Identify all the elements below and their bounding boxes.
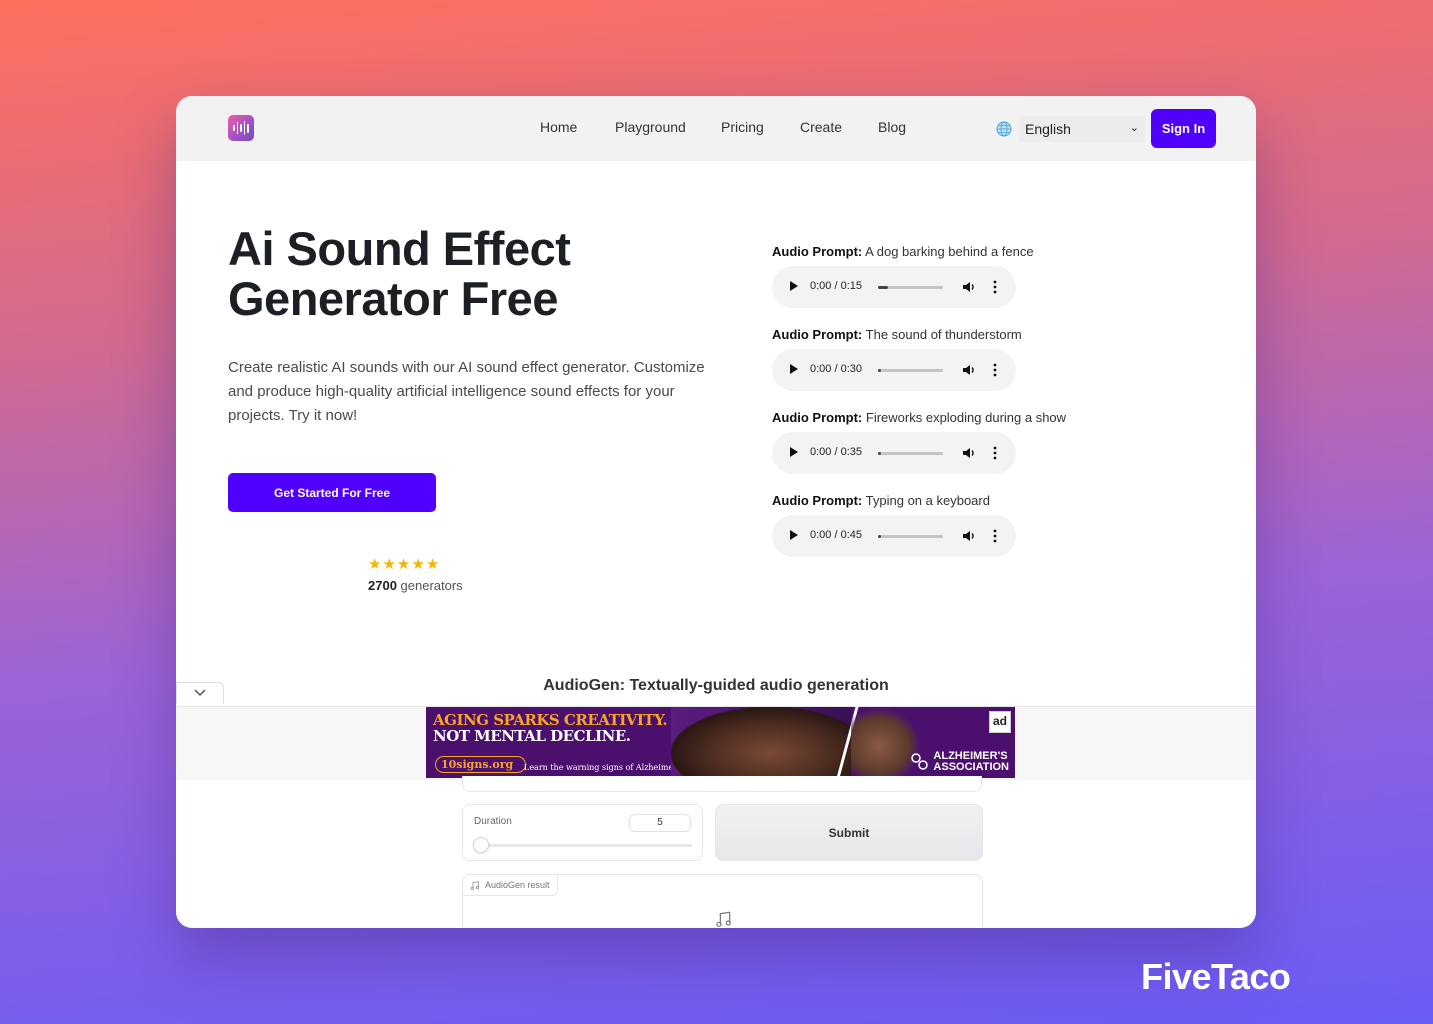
nav-playground[interactable]: Playground	[615, 119, 686, 135]
more-options-icon[interactable]	[993, 446, 997, 460]
more-options-icon[interactable]	[993, 363, 997, 377]
more-options-icon[interactable]	[993, 280, 997, 294]
audio-time: 0:00 / 0:45	[810, 529, 862, 541]
sign-in-button[interactable]: Sign In	[1151, 109, 1216, 148]
nav-blog[interactable]: Blog	[878, 119, 906, 135]
chevron-down-icon	[194, 689, 206, 697]
audio-prompt-label: Audio Prompt: Typing on a keyboard	[772, 493, 990, 508]
duration-label: Duration	[474, 816, 512, 827]
alzheimers-logo-icon	[911, 753, 928, 770]
star-icon: ★	[396, 556, 411, 573]
music-note-icon	[470, 881, 479, 890]
hero-description: Create realistic AI sounds with our AI s…	[228, 359, 705, 424]
audio-time: 0:00 / 0:35	[810, 446, 862, 458]
duration-slider[interactable]	[475, 844, 692, 847]
audio-prompt-text: Typing on a keyboard	[865, 493, 990, 508]
audio-seek-bar[interactable]	[878, 286, 943, 289]
browser-window: Home Playground Pricing Create Blog Engl…	[176, 96, 1256, 928]
duration-number-input[interactable]: 5	[629, 814, 691, 832]
site-header: Home Playground Pricing Create Blog Engl…	[176, 96, 1256, 161]
fivetaco-watermark: FiveTaco	[1141, 956, 1291, 997]
audio-progress-fill	[878, 286, 888, 289]
audio-player[interactable]: 0:00 / 0:35	[772, 432, 1016, 474]
play-icon[interactable]	[790, 364, 798, 374]
audio-prompt-text: Fireworks exploding during a show	[865, 410, 1067, 425]
nav-pricing[interactable]: Pricing	[721, 119, 764, 135]
star-icon: ★	[368, 556, 382, 573]
get-started-button[interactable]: Get Started For Free	[228, 473, 436, 512]
audiogen-result: AudioGen result	[462, 874, 983, 928]
globe-icon	[996, 121, 1012, 137]
collapse-toggle[interactable]	[176, 682, 224, 704]
play-icon[interactable]	[790, 281, 798, 291]
audio-progress-fill	[878, 452, 881, 455]
audio-time: 0:00 / 0:30	[810, 363, 862, 375]
logo-waveform-icon[interactable]	[228, 115, 254, 141]
ad-warning-text: Learn the warning signs of Alzheimer's.	[524, 763, 686, 772]
audio-progress-fill	[878, 535, 881, 538]
chevron-down-icon: ⌄	[1129, 122, 1139, 134]
audio-player[interactable]: 0:00 / 0:30	[772, 349, 1016, 391]
star-icon: ★	[425, 556, 440, 573]
play-icon[interactable]	[790, 530, 798, 540]
duration-control: Duration 5	[462, 804, 703, 861]
more-options-icon[interactable]	[993, 529, 997, 543]
language-select[interactable]: English ⌄	[1019, 116, 1145, 142]
audio-seek-bar[interactable]	[878, 452, 943, 455]
language-value: English	[1025, 121, 1071, 137]
play-icon[interactable]	[790, 447, 798, 457]
ad-site-link[interactable]: 10signs.org	[435, 756, 527, 773]
audio-prompt-prefix: Audio Prompt:	[772, 410, 863, 425]
ad-headline-2: NOT MENTAL DECLINE.	[433, 727, 631, 745]
audio-progress-fill	[878, 369, 881, 372]
volume-icon[interactable]	[962, 446, 976, 460]
submit-button[interactable]: Submit	[715, 804, 983, 861]
audio-prompt-prefix: Audio Prompt:	[772, 493, 863, 508]
audio-prompt-prefix: Audio Prompt:	[772, 327, 863, 342]
ad-org-name: ALZHEIMER'S ASSOCIATION	[933, 751, 1009, 773]
audio-prompt-label: Audio Prompt: The sound of thunderstorm	[772, 327, 1022, 342]
volume-icon[interactable]	[962, 280, 976, 294]
volume-icon[interactable]	[962, 363, 976, 377]
star-rating: ★ ★ ★ ★ ★	[368, 557, 439, 573]
ad-org-line2: ASSOCIATION	[933, 761, 1009, 773]
audio-time: 0:00 / 0:15	[810, 280, 862, 292]
result-label: AudioGen result	[485, 880, 550, 890]
rating-suffix: generators	[396, 578, 463, 593]
star-icon: ★	[411, 556, 425, 573]
audio-prompt-label: Audio Prompt: Fireworks exploding during…	[772, 410, 1066, 425]
page-title: Ai Sound Effect Generator Free	[228, 222, 571, 325]
audio-prompt-text: A dog barking behind a fence	[865, 244, 1034, 259]
ad-photo	[671, 707, 851, 778]
audio-prompt-label: Audio Prompt: A dog barking behind a fen…	[772, 244, 1034, 259]
audio-seek-bar[interactable]	[878, 369, 943, 372]
star-icon: ★	[382, 556, 396, 573]
duration-slider-thumb[interactable]	[473, 837, 489, 853]
nav-home[interactable]: Home	[540, 119, 577, 135]
nav-create[interactable]: Create	[800, 119, 842, 135]
ad-badge[interactable]: ad	[989, 711, 1011, 733]
prompt-input-box[interactable]	[462, 776, 982, 792]
music-note-icon	[716, 911, 731, 927]
result-label-tag: AudioGen result	[463, 875, 558, 896]
ad-banner[interactable]: AGING SPARKS CREATIVITY. NOT MENTAL DECL…	[426, 707, 1015, 778]
rating-text: 2700 generators	[368, 578, 463, 593]
audio-player[interactable]: 0:00 / 0:15	[772, 266, 1016, 308]
volume-icon[interactable]	[962, 529, 976, 543]
audio-seek-bar[interactable]	[878, 535, 943, 538]
rating-count: 2700	[368, 578, 397, 593]
audiogen-title: AudioGen: Textually-guided audio generat…	[543, 677, 889, 694]
audio-player[interactable]: 0:00 / 0:45	[772, 515, 1016, 557]
audio-prompt-prefix: Audio Prompt:	[772, 244, 863, 259]
audio-prompt-text: The sound of thunderstorm	[865, 327, 1022, 342]
